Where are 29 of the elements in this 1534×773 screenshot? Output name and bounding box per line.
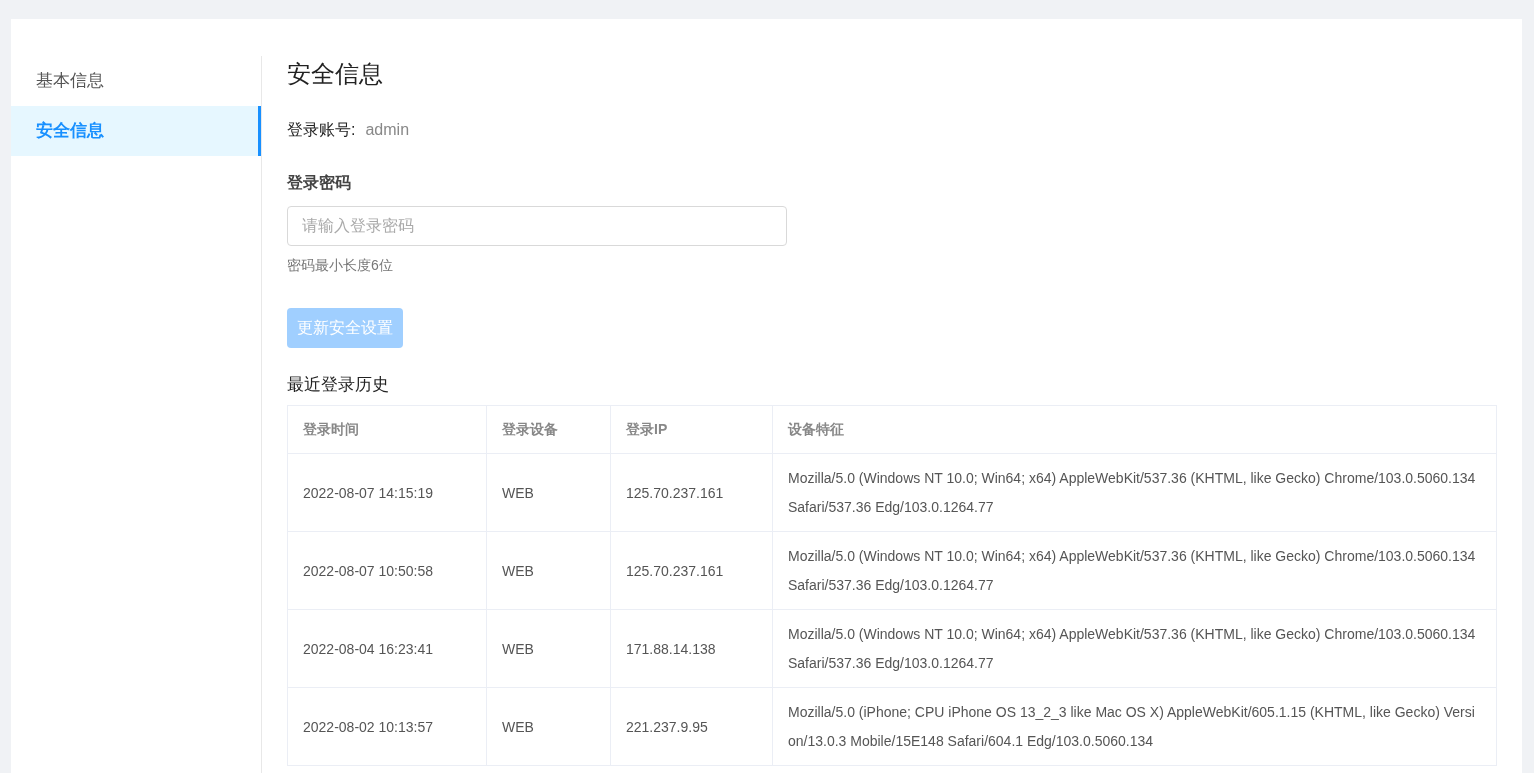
table-cell: 2022-08-02 10:13:57 [287,687,487,766]
password-hint: 密码最小长度6位 [287,257,394,275]
table-cell: Mozilla/5.0 (Windows NT 10.0; Win64; x64) AppleWebKit/537.36 (KHTML, like Gecko) Chrome/103.0.5060.134 Safari/537.36 Edg/103.0.1264.77 [772,531,1497,610]
sidebar-item[interactable]: 安全信息 [11,106,261,156]
table-cell: 221.237.9.95 [610,687,773,766]
sidebar-item[interactable]: 基本信息 [11,56,261,106]
column-header: 登录设备 [486,405,611,454]
table-cell: 2022-08-07 10:50:58 [287,531,487,610]
table-cell: Mozilla/5.0 (Windows NT 10.0; Win64; x64) AppleWebKit/537.36 (KHTML, like Gecko) Chrome/103.0.5060.134 Safari/537.36 Edg/103.0.1264.77 [772,453,1497,532]
account-value: admin [365,121,410,138]
table-cell: WEB [486,609,611,688]
table-cell: WEB [486,687,611,766]
table-cell: Mozilla/5.0 (Windows NT 10.0; Win64; x64) AppleWebKit/537.36 (KHTML, like Gecko) Chrome/103.0.5060.134 Safari/537.36 Edg/103.0.1264.77 [772,609,1497,688]
page-title: 安全信息 [287,59,384,89]
column-header: 登录时间 [287,405,487,454]
table-cell: 2022-08-07 14:15:19 [287,453,487,532]
column-header: 设备特征 [772,405,1497,454]
table-cell: WEB [486,453,611,532]
table-cell: 125.70.237.161 [610,531,773,610]
password-label: 登录密码 [287,173,352,193]
table-cell: 171.88.14.138 [610,609,773,688]
account-label: 登录账号: [287,121,356,138]
table-cell: WEB [486,531,611,610]
table-cell: Mozilla/5.0 (iPhone; CPU iPhone OS 13_2_3 like Mac OS X) AppleWebKit/605.1.15 (KHTML, like Gecko) Version/13.0.3 Mobile/15E148 Safari/604.1 Edg/103.0.5060.134 [772,687,1497,766]
history-title: 最近登录历史 [287,374,390,396]
table-cell: 2022-08-04 16:23:41 [287,609,487,688]
password-field[interactable]: 请输入登录密码 [287,206,787,246]
column-header: 登录IP [610,405,773,454]
table-cell: 125.70.237.161 [610,453,773,532]
